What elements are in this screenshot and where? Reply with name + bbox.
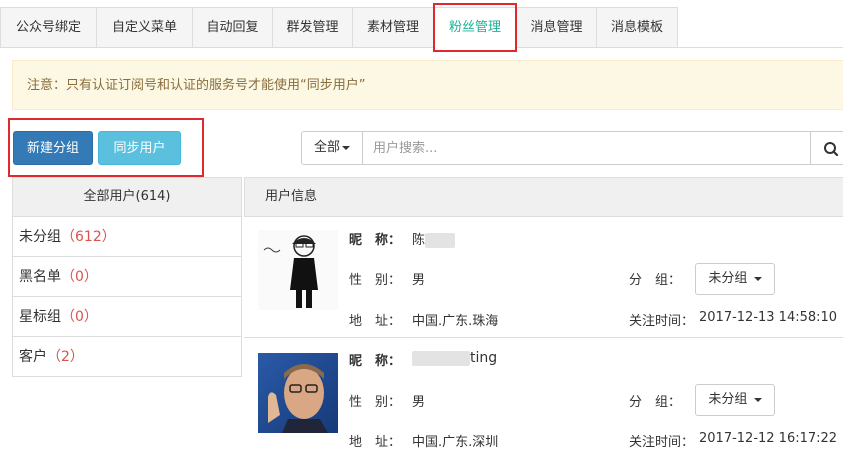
address-label: 地 址： [349,314,402,329]
group-count: 0 [75,269,84,285]
address-value: 中国.广东.深圳 [412,435,499,450]
gender-value: 男 [412,395,426,410]
active-tab-highlight [433,3,517,52]
follow-time-label: 关注时间： [629,314,695,329]
nickname-label: 昵 称： [349,233,402,248]
tab-material[interactable]: 素材管理 [352,7,434,47]
address-label: 地 址： [349,435,402,450]
filter-dropdown[interactable]: 全部 [301,131,363,165]
tab-bar: 公众号绑定 自定义菜单 自动回复 群发管理 素材管理 粉丝管理 消息管理 消息模… [0,7,843,48]
tab-account-binding[interactable]: 公众号绑定 [0,7,97,47]
tab-messages[interactable]: 消息管理 [516,7,597,47]
nickname-label: 昵 称： [349,354,402,369]
group-label: 分 组： [629,395,682,410]
user-search-input[interactable] [362,131,811,165]
follow-time-label: 关注时间： [629,435,695,450]
buttons-highlight [8,118,204,177]
tab-mass-send[interactable]: 群发管理 [272,7,353,47]
address-value: 中国.广东.珠海 [412,314,499,329]
nickname-value: ting [412,350,497,366]
follow-time-value: 2017-12-12 16:17:22 [699,431,838,446]
group-item[interactable]: 未分组（612） [12,217,242,257]
photo-avatar-icon [258,353,338,433]
card-divider [244,337,843,338]
search-icon [824,142,839,157]
redacted-text [425,233,456,248]
user-info-header: 用户信息 [244,177,843,217]
group-count: 612 [75,229,102,245]
sketch-avatar-icon [258,230,338,310]
tab-custom-menu[interactable]: 自定义菜单 [96,7,193,47]
nickname-value: 陈 [412,229,456,248]
group-item[interactable]: 黑名单（0） [12,257,242,297]
tab-templates[interactable]: 消息模板 [596,7,678,47]
gender-value: 男 [412,273,426,288]
gender-label: 性 别： [349,395,402,410]
search-button[interactable] [810,131,843,165]
group-item[interactable]: 星标组（0） [12,297,242,337]
group-count: 0 [75,309,84,325]
redacted-text [412,350,470,366]
group-select[interactable]: 未分组 [695,263,775,295]
follow-time-value: 2017-12-13 14:58:10 [699,310,838,325]
caret-down-icon [753,397,762,402]
caret-down-icon [753,276,762,281]
gender-label: 性 别： [349,273,402,288]
group-label: 分 组： [629,273,682,288]
group-count: 2 [61,349,70,365]
user-avatar [258,353,338,433]
tab-auto-reply[interactable]: 自动回复 [192,7,273,47]
group-item[interactable]: 客户（2） [12,337,242,377]
notice-banner: 注意：只有认证订阅号和认证的服务号才能使用“同步用户” [12,60,843,110]
caret-down-icon [342,145,350,150]
all-users-header[interactable]: 全部用户(614) [12,177,242,217]
user-avatar [258,230,338,310]
group-select[interactable]: 未分组 [695,384,775,416]
